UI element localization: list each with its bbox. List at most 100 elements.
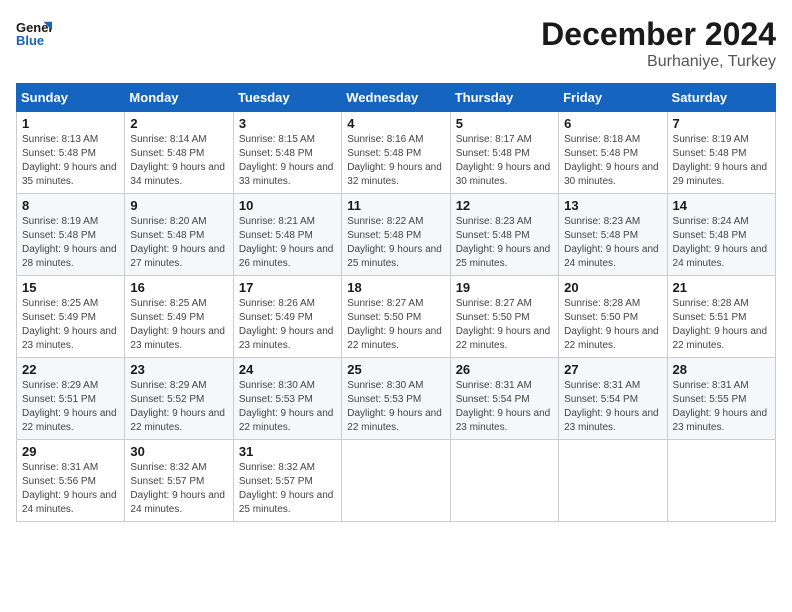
- day-number: 27: [564, 362, 661, 377]
- col-monday: Monday: [125, 84, 233, 112]
- day-info: Sunrise: 8:22 AMSunset: 5:48 PMDaylight:…: [347, 216, 442, 269]
- col-thursday: Thursday: [450, 84, 558, 112]
- day-number: 6: [564, 116, 661, 131]
- calendar-cell: 12 Sunrise: 8:23 AMSunset: 5:48 PMDayligh…: [450, 194, 558, 276]
- day-info: Sunrise: 8:31 AMSunset: 5:54 PMDaylight:…: [456, 380, 551, 433]
- day-info: Sunrise: 8:27 AMSunset: 5:50 PMDaylight:…: [456, 298, 551, 351]
- day-number: 1: [22, 116, 119, 131]
- calendar-cell: 4Sunrise: 8:16 AMSunset: 5:48 PMDaylight…: [342, 112, 450, 194]
- title-area: December 2024 Burhaniye, Turkey: [541, 16, 776, 71]
- day-info: Sunrise: 8:19 AMSunset: 5:48 PMDaylight:…: [673, 134, 768, 187]
- day-number: 25: [347, 362, 444, 377]
- day-info: Sunrise: 8:31 AMSunset: 5:56 PMDaylight:…: [22, 462, 117, 515]
- calendar-cell: 28 Sunrise: 8:31 AMSunset: 5:55 PMDayligh…: [667, 358, 775, 440]
- day-number: 5: [456, 116, 553, 131]
- day-info: Sunrise: 8:26 AMSunset: 5:49 PMDaylight:…: [239, 298, 334, 351]
- day-number: 24: [239, 362, 336, 377]
- calendar-cell: 27 Sunrise: 8:31 AMSunset: 5:54 PMDayligh…: [559, 358, 667, 440]
- calendar-cell: 1 Sunrise: 8:13 AMSunset: 5:48 PMDaylight…: [17, 112, 125, 194]
- day-number: 20: [564, 280, 661, 295]
- col-saturday: Saturday: [667, 84, 775, 112]
- day-number: 13: [564, 198, 661, 213]
- day-number: 21: [673, 280, 770, 295]
- calendar-cell: 25 Sunrise: 8:30 AMSunset: 5:53 PMDayligh…: [342, 358, 450, 440]
- calendar-cell: 20Sunrise: 8:28 AMSunset: 5:50 PMDayligh…: [559, 276, 667, 358]
- calendar-cell: 6 Sunrise: 8:18 AMSunset: 5:48 PMDaylight…: [559, 112, 667, 194]
- calendar-cell: 10 Sunrise: 8:21 AMSunset: 5:48 PMDayligh…: [233, 194, 341, 276]
- day-number: 19: [456, 280, 553, 295]
- day-info: Sunrise: 8:17 AMSunset: 5:48 PMDaylight:…: [456, 134, 551, 187]
- day-number: 26: [456, 362, 553, 377]
- day-number: 2: [130, 116, 227, 131]
- calendar-cell: 9 Sunrise: 8:20 AMSunset: 5:48 PMDaylight…: [125, 194, 233, 276]
- day-info: Sunrise: 8:15 AMSunset: 5:48 PMDaylight:…: [239, 134, 334, 187]
- day-info: Sunrise: 8:21 AMSunset: 5:48 PMDaylight:…: [239, 216, 334, 269]
- col-sunday: Sunday: [17, 84, 125, 112]
- day-number: 7: [673, 116, 770, 131]
- calendar-cell: 2 Sunrise: 8:14 AMSunset: 5:48 PMDaylight…: [125, 112, 233, 194]
- day-number: 9: [130, 198, 227, 213]
- day-number: 18: [347, 280, 444, 295]
- logo: General Blue: [16, 16, 52, 52]
- calendar-cell: 21 Sunrise: 8:28 AMSunset: 5:51 PMDayligh…: [667, 276, 775, 358]
- col-wednesday: Wednesday: [342, 84, 450, 112]
- day-number: 30: [130, 444, 227, 459]
- calendar-cell: 11 Sunrise: 8:22 AMSunset: 5:48 PMDayligh…: [342, 194, 450, 276]
- day-info: Sunrise: 8:14 AMSunset: 5:48 PMDaylight:…: [130, 134, 225, 187]
- day-number: 29: [22, 444, 119, 459]
- calendar-cell: 31 Sunrise: 8:32 AMSunset: 5:57 PMDayligh…: [233, 440, 341, 522]
- calendar-cell: 17 Sunrise: 8:26 AMSunset: 5:49 PMDayligh…: [233, 276, 341, 358]
- day-info: Sunrise: 8:23 AMSunset: 5:48 PMDaylight:…: [456, 216, 551, 269]
- calendar-week-row: 29 Sunrise: 8:31 AMSunset: 5:56 PMDayligh…: [17, 440, 776, 522]
- day-info: Sunrise: 8:30 AMSunset: 5:53 PMDaylight:…: [347, 380, 442, 433]
- calendar-cell: [342, 440, 450, 522]
- day-info: Sunrise: 8:31 AMSunset: 5:55 PMDaylight:…: [673, 380, 768, 433]
- day-number: 12: [456, 198, 553, 213]
- logo-icon: General Blue: [16, 16, 52, 52]
- day-number: 3: [239, 116, 336, 131]
- location: Burhaniye, Turkey: [541, 53, 776, 71]
- day-info: Sunrise: 8:32 AMSunset: 5:57 PMDaylight:…: [130, 462, 225, 515]
- calendar-cell: 19 Sunrise: 8:27 AMSunset: 5:50 PMDayligh…: [450, 276, 558, 358]
- day-number: 31: [239, 444, 336, 459]
- day-info: Sunrise: 8:25 AMSunset: 5:49 PMDaylight:…: [22, 298, 117, 351]
- calendar-cell: 5 Sunrise: 8:17 AMSunset: 5:48 PMDaylight…: [450, 112, 558, 194]
- day-info: Sunrise: 8:18 AMSunset: 5:48 PMDaylight:…: [564, 134, 659, 187]
- day-info: Sunrise: 8:29 AMSunset: 5:52 PMDaylight:…: [130, 380, 225, 433]
- day-number: 17: [239, 280, 336, 295]
- svg-text:Blue: Blue: [16, 33, 44, 48]
- day-info: Sunrise: 8:25 AMSunset: 5:49 PMDaylight:…: [130, 298, 225, 351]
- calendar-week-row: 15 Sunrise: 8:25 AMSunset: 5:49 PMDayligh…: [17, 276, 776, 358]
- day-info: Sunrise: 8:19 AMSunset: 5:48 PMDaylight:…: [22, 216, 117, 269]
- day-number: 8: [22, 198, 119, 213]
- calendar-cell: 8 Sunrise: 8:19 AMSunset: 5:48 PMDaylight…: [17, 194, 125, 276]
- day-number: 28: [673, 362, 770, 377]
- calendar-cell: 24Sunrise: 8:30 AMSunset: 5:53 PMDayligh…: [233, 358, 341, 440]
- day-number: 22: [22, 362, 119, 377]
- calendar-cell: 23Sunrise: 8:29 AMSunset: 5:52 PMDayligh…: [125, 358, 233, 440]
- day-number: 15: [22, 280, 119, 295]
- day-info: Sunrise: 8:20 AMSunset: 5:48 PMDaylight:…: [130, 216, 225, 269]
- day-info: Sunrise: 8:29 AMSunset: 5:51 PMDaylight:…: [22, 380, 117, 433]
- calendar-cell: 22 Sunrise: 8:29 AMSunset: 5:51 PMDayligh…: [17, 358, 125, 440]
- day-info: Sunrise: 8:13 AMSunset: 5:48 PMDaylight:…: [22, 134, 117, 187]
- day-number: 4: [347, 116, 444, 131]
- day-info: Sunrise: 8:31 AMSunset: 5:54 PMDaylight:…: [564, 380, 659, 433]
- day-info: Sunrise: 8:28 AMSunset: 5:51 PMDaylight:…: [673, 298, 768, 351]
- day-number: 10: [239, 198, 336, 213]
- calendar-cell: 14 Sunrise: 8:24 AMSunset: 5:48 PMDayligh…: [667, 194, 775, 276]
- calendar-cell: 7 Sunrise: 8:19 AMSunset: 5:48 PMDaylight…: [667, 112, 775, 194]
- col-tuesday: Tuesday: [233, 84, 341, 112]
- calendar-cell: 13 Sunrise: 8:23 AMSunset: 5:48 PMDayligh…: [559, 194, 667, 276]
- day-number: 11: [347, 198, 444, 213]
- day-info: Sunrise: 8:23 AMSunset: 5:48 PMDaylight:…: [564, 216, 659, 269]
- calendar-cell: 16Sunrise: 8:25 AMSunset: 5:49 PMDayligh…: [125, 276, 233, 358]
- day-number: 14: [673, 198, 770, 213]
- month-title: December 2024: [541, 16, 776, 53]
- calendar-cell: 29 Sunrise: 8:31 AMSunset: 5:56 PMDayligh…: [17, 440, 125, 522]
- calendar-cell: [667, 440, 775, 522]
- col-friday: Friday: [559, 84, 667, 112]
- day-info: Sunrise: 8:24 AMSunset: 5:48 PMDaylight:…: [673, 216, 768, 269]
- day-info: Sunrise: 8:32 AMSunset: 5:57 PMDaylight:…: [239, 462, 334, 515]
- calendar-cell: [559, 440, 667, 522]
